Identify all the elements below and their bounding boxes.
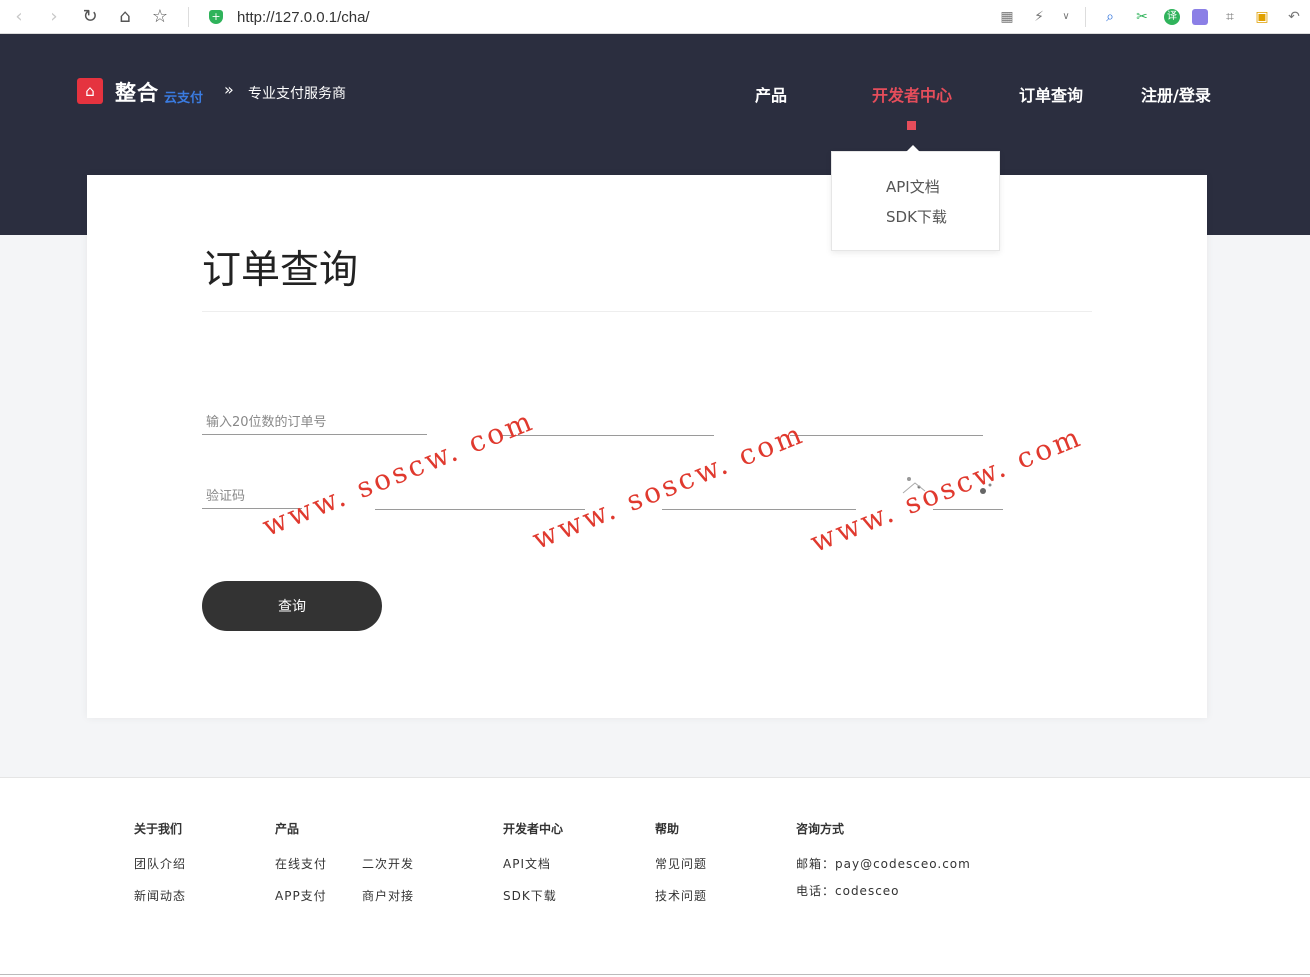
footer-dev-title: 开发者中心 (503, 822, 564, 836)
chevron-down-icon[interactable]: ∨ (1061, 7, 1071, 27)
nav-developer-center[interactable]: 开发者中心 (872, 82, 952, 106)
footer-link-merchant[interactable]: 商户对接 (362, 887, 414, 904)
order-input-underline (790, 435, 983, 436)
address-bar[interactable]: + http://127.0.0.1/cha/ (205, 6, 370, 28)
forward-icon[interactable]: › (43, 6, 65, 28)
dropdown-api-docs[interactable]: API文档 (886, 176, 940, 197)
reload-icon[interactable]: ↻ (79, 6, 101, 28)
dropdown-sdk-download[interactable]: SDK下载 (886, 206, 947, 227)
scissors-icon[interactable]: ✂ (1132, 7, 1152, 27)
toolbar-divider (188, 7, 189, 27)
lightning-icon[interactable]: ⚡ (1029, 7, 1049, 27)
footer-link-online-pay[interactable]: 在线支付 (275, 855, 327, 872)
footer-email: 邮箱：pay@codesceo.com (796, 857, 971, 871)
footer-product-title: 产品 (275, 822, 300, 836)
captcha-input[interactable] (202, 485, 302, 509)
captcha-image[interactable] (895, 465, 1007, 505)
captcha-input-underline (933, 509, 1003, 510)
bottom-divider (0, 974, 1310, 975)
order-query-card: 订单查询 查询 (87, 175, 1207, 718)
url-text[interactable]: http://127.0.0.1/cha/ (237, 9, 370, 26)
double-chevron-icon: » (224, 80, 234, 99)
apps-icon[interactable]: ▣ (1252, 7, 1272, 27)
active-indicator (907, 121, 916, 130)
qr-code-icon[interactable]: ▦ (997, 7, 1017, 27)
footer-link-tech[interactable]: 技术问题 (655, 887, 707, 904)
toolbar-divider (1085, 7, 1086, 27)
footer-phone: 电话：codesceo (796, 884, 900, 898)
browser-extensions: ▦ ⚡ ∨ ⌕ ✂ 译 ⌗ ▣ ↶ (991, 6, 1310, 28)
search-icon[interactable]: ⌕ (1100, 7, 1120, 27)
footer-link-sdk[interactable]: SDK下载 (503, 887, 557, 904)
footer-link-team[interactable]: 团队介绍 (134, 855, 186, 872)
nav-product[interactable]: 产品 (755, 82, 787, 106)
order-input-underline (502, 435, 714, 436)
screenshot-icon[interactable] (1192, 9, 1208, 25)
browser-toolbar: ‹ › ↻ ⌂ ☆ + http://127.0.0.1/cha/ ▦ ⚡ ∨ … (0, 0, 1310, 34)
footer-contact-title: 咨询方式 (796, 822, 845, 836)
footer-link-faq[interactable]: 常见问题 (655, 855, 707, 872)
footer-link-app-pay[interactable]: APP支付 (275, 887, 327, 904)
page-title: 订单查询 (202, 248, 359, 293)
footer-about-title: 关于我们 (134, 822, 183, 836)
developer-dropdown: API文档 SDK下载 (831, 145, 1000, 251)
translate-icon[interactable]: 译 (1164, 9, 1180, 25)
slogan: 专业支付服务商 (248, 86, 346, 102)
title-divider (202, 311, 1092, 312)
nav-register-login[interactable]: 注册/登录 (1141, 82, 1211, 106)
footer-link-api-docs[interactable]: API文档 (503, 855, 551, 872)
undo-icon[interactable]: ↶ (1284, 7, 1304, 27)
order-number-input[interactable] (202, 411, 427, 435)
security-shield-icon: + (209, 10, 223, 24)
query-button[interactable]: 查询 (202, 581, 382, 631)
home-icon[interactable]: ⌂ (114, 6, 136, 28)
footer-link-news[interactable]: 新闻动态 (134, 887, 186, 904)
nav-order-query[interactable]: 订单查询 (1019, 82, 1083, 106)
brand-name[interactable]: 整合 (115, 77, 159, 107)
home-logo-icon[interactable]: ⌂ (77, 78, 103, 104)
brand-sub: 云支付 (164, 91, 204, 106)
captcha-input-underline (662, 509, 856, 510)
bookmark-star-icon[interactable]: ☆ (149, 6, 171, 28)
site-footer: 关于我们 团队介绍 新闻动态 产品 在线支付 二次开发 APP支付 商户对接 开… (0, 777, 1310, 977)
grid-icon[interactable]: ⌗ (1220, 7, 1240, 27)
back-icon[interactable]: ‹ (8, 6, 30, 28)
captcha-input-underline (375, 509, 585, 510)
footer-link-secondary-dev[interactable]: 二次开发 (362, 855, 414, 872)
footer-help-title: 帮助 (655, 822, 680, 836)
